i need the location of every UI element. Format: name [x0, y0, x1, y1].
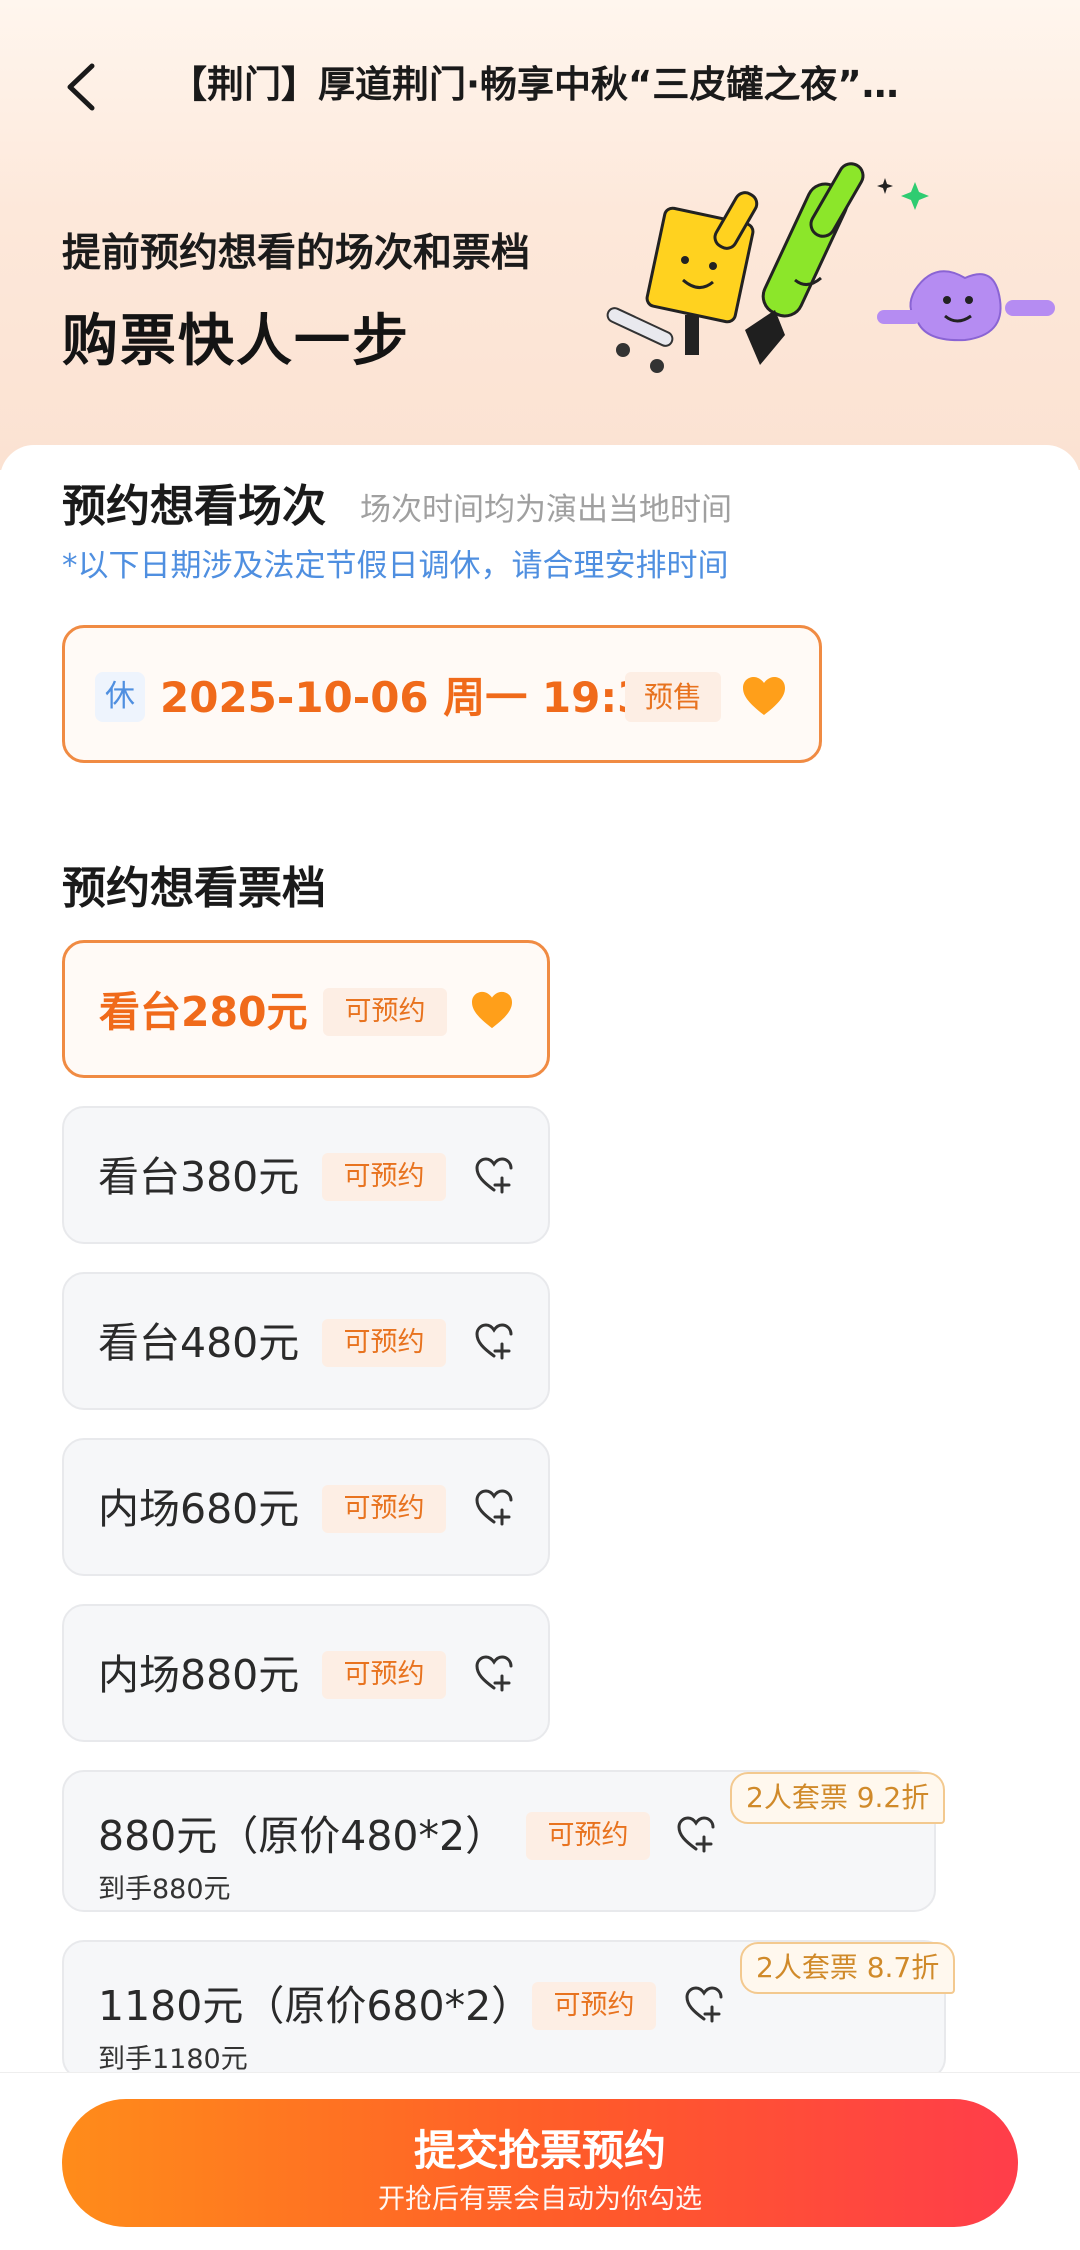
heart-add-icon[interactable] — [676, 1815, 716, 1855]
available-tag: 可预约 — [322, 1153, 446, 1201]
available-tag: 可预约 — [322, 1485, 446, 1533]
ticket-tier-label: 内场680元 — [98, 1485, 300, 1533]
ticket-tier-label: 看台480元 — [98, 1319, 300, 1367]
hero-title: 购票快人一步 — [62, 309, 410, 374]
sessions-section-note: 场次时间均为演出当地时间 — [360, 492, 732, 528]
hero-subtitle: 提前预约想看的场次和票档 — [62, 231, 531, 276]
back-button[interactable] — [52, 30, 122, 140]
ticket-tier-label: 内场880元 — [98, 1651, 300, 1699]
heart-add-icon[interactable] — [684, 1985, 724, 2025]
submit-button-hint: 开抢后有票会自动为你勾选 — [378, 2184, 702, 2215]
page: 【荆门】厚道荆门·畅享中秋“三皮罐之夜”… 提前预约想看的场次和票档 购票快人一… — [0, 0, 1080, 2250]
package-ticket-label: 880元（原价480*2） — [98, 1812, 507, 1860]
heart-add-icon[interactable] — [474, 1654, 514, 1694]
heart-add-icon[interactable] — [474, 1156, 514, 1196]
available-tag: 可预约 — [532, 1982, 656, 2030]
skateboard-icon — [606, 307, 674, 373]
page-title: 【荆门】厚道荆门·畅享中秋“三皮罐之夜”… — [170, 63, 899, 106]
purple-mascot-icon — [877, 270, 1055, 342]
tiers-section-title: 预约想看票档 — [62, 863, 326, 914]
bottom-action-bar: 提交抢票预约 开抢后有票会自动为你勾选 — [0, 2072, 1080, 2250]
submit-button-label: 提交抢票预约 — [413, 2126, 666, 2175]
holiday-tag: 休 — [95, 672, 145, 722]
ticket-tier-option[interactable]: 内场680元 可预约 — [62, 1438, 550, 1576]
package-final-price: 到手1180元 — [98, 2044, 248, 2075]
heart-filled-icon[interactable] — [470, 990, 514, 1030]
package-final-price: 到手880元 — [98, 1874, 231, 1905]
ticket-tier-label: 看台280元 — [99, 988, 308, 1036]
ticket-tier-option[interactable]: 看台380元 可预约 — [62, 1106, 550, 1244]
available-tag: 可预约 — [526, 1812, 650, 1860]
ticket-tier-option[interactable]: 看台480元 可预约 — [62, 1272, 550, 1410]
presale-tag: 预售 — [625, 672, 721, 722]
available-tag: 可预约 — [323, 988, 447, 1036]
available-tag: 可预约 — [322, 1651, 446, 1699]
ticket-tier-option[interactable]: 看台280元 可预约 — [62, 940, 550, 1078]
heart-add-icon[interactable] — [474, 1488, 514, 1528]
sessions-section-title: 预约想看场次 — [62, 481, 326, 532]
chevron-left-icon — [67, 63, 95, 111]
submit-reservation-button[interactable]: 提交抢票预约 开抢后有票会自动为你勾选 — [62, 2099, 1018, 2227]
ticket-tier-option[interactable]: 内场880元 可预约 — [62, 1604, 550, 1742]
package-discount-badge: 2人套票 9.2折 — [730, 1772, 946, 1824]
available-tag: 可预约 — [322, 1319, 446, 1367]
heart-filled-icon[interactable] — [741, 675, 787, 717]
mascot-illustration — [606, 162, 1055, 373]
sparkle-icon — [901, 182, 929, 210]
heart-add-icon[interactable] — [474, 1322, 514, 1362]
ticket-tier-label: 看台380元 — [98, 1153, 300, 1201]
green-mascot-icon — [745, 162, 865, 365]
session-datetime: 2025-10-06 周一 19:30 — [160, 673, 676, 722]
holiday-note: *以下日期涉及法定节假日调休，请合理安排时间 — [62, 548, 729, 584]
package-ticket-label: 1180元（原价680*2） — [98, 1982, 533, 2030]
sparkle-icon — [877, 178, 893, 194]
nav-bar: 【荆门】厚道荆门·畅享中秋“三皮罐之夜”… — [0, 30, 1080, 140]
package-discount-badge: 2人套票 8.7折 — [740, 1942, 956, 1994]
session-option[interactable]: 休 2025-10-06 周一 19:30 预售 — [62, 625, 822, 763]
